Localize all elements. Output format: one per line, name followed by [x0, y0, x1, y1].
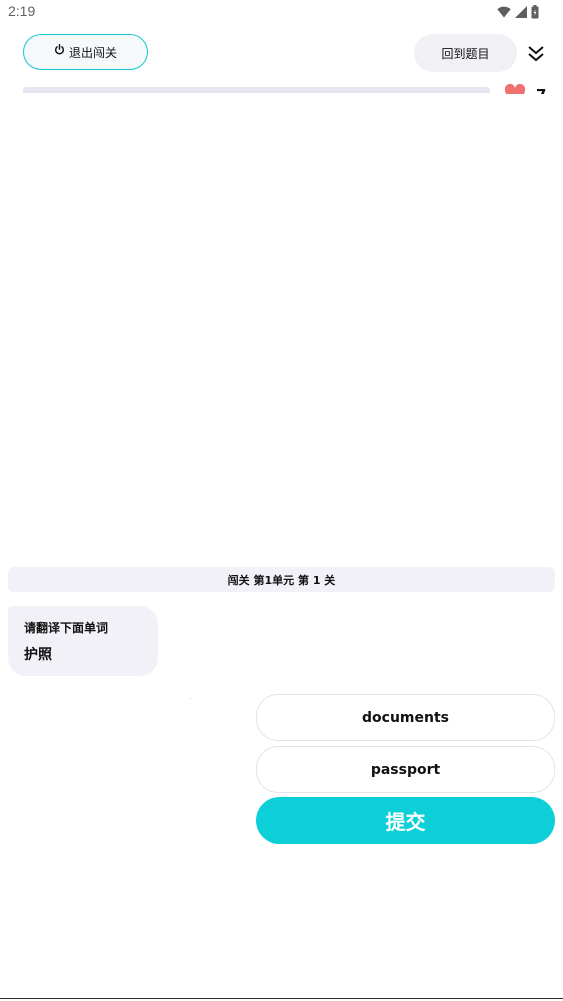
- exit-challenge-label: 退出闯关: [68, 45, 117, 60]
- wifi-icon: [497, 6, 511, 18]
- question-word: 护照: [24, 647, 52, 663]
- double-chevron-down-icon[interactable]: [526, 44, 546, 64]
- lives-count: 7: [536, 82, 546, 94]
- power-icon: [54, 43, 65, 55]
- submit-button[interactable]: 提交: [256, 797, 555, 844]
- status-time: 2:19: [8, 3, 36, 19]
- question-prompt: 请翻译下面单词: [24, 621, 109, 635]
- option-button-passport[interactable]: passport: [256, 746, 555, 793]
- status-bar: 2:19: [0, 0, 563, 24]
- back-to-question-button[interactable]: 回到题目: [414, 34, 517, 72]
- quiz-screen: 2:19 退出闯关 回到题目 7 闯关 第1单元 第 1 关 请翻译下: [0, 0, 563, 1001]
- level-title: 闯关 第1单元 第 1 关: [8, 567, 555, 592]
- battery-icon: [531, 5, 539, 19]
- progress-strip: [23, 87, 490, 93]
- option-button-documents[interactable]: documents: [256, 694, 555, 741]
- question-bubble: 请翻译下面单词 护照: [8, 606, 158, 676]
- signal-icon: [515, 6, 527, 18]
- status-icons: [497, 5, 539, 19]
- heart-icon: [504, 84, 526, 94]
- exit-challenge-button[interactable]: 退出闯关: [23, 34, 148, 70]
- divider-dot: [190, 698, 191, 699]
- bottom-divider: [0, 998, 563, 999]
